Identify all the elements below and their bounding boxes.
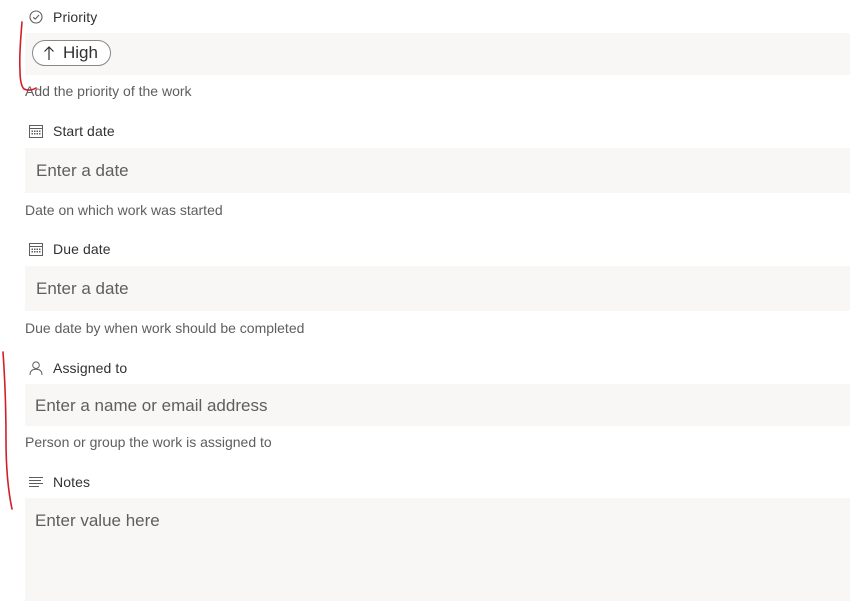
priority-value-pill[interactable]: High bbox=[32, 40, 111, 66]
priority-value: High bbox=[63, 43, 98, 62]
assigned-to-label: Assigned to bbox=[53, 360, 128, 376]
notes-label-row: Notes bbox=[27, 472, 90, 492]
notes-label: Notes bbox=[53, 474, 91, 490]
start-date-input[interactable]: Enter a date bbox=[25, 148, 850, 193]
notes-placeholder: Enter value here bbox=[35, 511, 160, 530]
assigned-to-label-row: Assigned to bbox=[27, 358, 127, 378]
assigned-to-help: Person or group the work is assigned to bbox=[25, 434, 272, 450]
assigned-to-input[interactable]: Enter a name or email address bbox=[25, 384, 850, 426]
due-date-label-row: Due date bbox=[27, 239, 111, 259]
assigned-to-placeholder: Enter a name or email address bbox=[35, 396, 268, 415]
notes-textarea[interactable]: Enter value here bbox=[25, 498, 850, 601]
check-circle-icon bbox=[27, 8, 45, 26]
text-lines-icon bbox=[27, 473, 45, 491]
priority-field[interactable]: High bbox=[25, 33, 850, 75]
priority-label: Priority bbox=[53, 9, 98, 25]
calendar-icon bbox=[27, 122, 45, 140]
due-date-input[interactable]: Enter a date bbox=[25, 266, 850, 311]
person-icon bbox=[27, 359, 45, 377]
annotation-stroke-bottom bbox=[2, 351, 13, 510]
priority-help: Add the priority of the work bbox=[25, 83, 192, 99]
calendar-icon bbox=[27, 240, 45, 258]
due-date-placeholder: Enter a date bbox=[36, 279, 129, 298]
start-date-placeholder: Enter a date bbox=[36, 161, 129, 180]
start-date-label-row: Start date bbox=[27, 121, 115, 141]
due-date-label: Due date bbox=[53, 241, 111, 257]
start-date-help: Date on which work was started bbox=[25, 202, 223, 218]
due-date-help: Due date by when work should be complete… bbox=[25, 320, 305, 336]
arrow-up-icon bbox=[43, 44, 57, 62]
start-date-label: Start date bbox=[53, 123, 115, 139]
priority-label-row: Priority bbox=[27, 7, 97, 27]
